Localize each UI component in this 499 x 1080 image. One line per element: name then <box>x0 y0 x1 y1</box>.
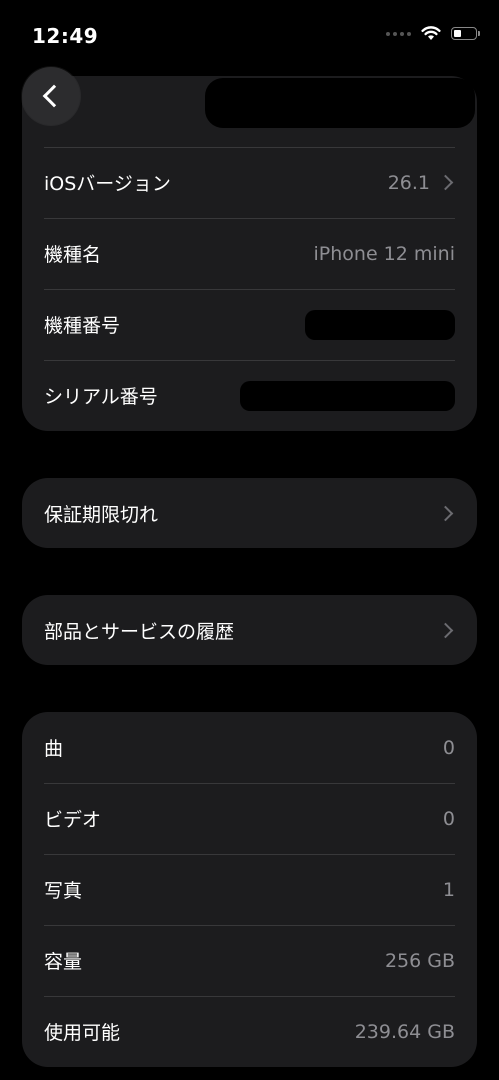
row-label: 機種名 <box>44 244 102 266</box>
status-bar: 12:49 <box>0 0 499 60</box>
device-info-group: iOSバージョン 26.1 機種名 iPhone 12 mini 機種番号 シリ… <box>22 76 477 431</box>
row-label: 保証期限切れ <box>44 503 159 526</box>
row-label: 容量 <box>44 951 83 973</box>
redacted-value <box>305 309 455 340</box>
row-label: シリアル番号 <box>44 386 158 408</box>
chevron-left-icon <box>42 84 66 108</box>
redacted-nav-title <box>205 78 475 128</box>
wifi-icon <box>421 26 441 40</box>
ios-version-row[interactable]: iOSバージョン 26.1 <box>22 147 477 218</box>
row-value: 0 <box>442 736 455 759</box>
row-label: 写真 <box>44 880 83 902</box>
row-label: 部品とサービスの履歴 <box>44 620 235 643</box>
chevron-right-icon <box>437 622 454 638</box>
status-indicators <box>386 26 480 41</box>
row-value: 26.1 <box>387 171 430 194</box>
parts-history-row[interactable]: 部品とサービスの履歴 <box>22 595 477 665</box>
row-value: 1 <box>442 878 455 901</box>
status-time: 12:49 <box>32 24 99 48</box>
songs-row: 曲 0 <box>22 712 477 783</box>
model-number-row[interactable]: 機種番号 <box>22 289 477 360</box>
row-label: ビデオ <box>44 809 102 831</box>
warranty-row[interactable]: 保証期限切れ <box>22 478 477 548</box>
media-info-group: 曲 0 ビデオ 0 写真 1 容量 256 GB 使用可能 239.64 GB <box>22 712 477 1067</box>
parts-history-group: 部品とサービスの履歴 <box>22 595 477 665</box>
photos-row: 写真 1 <box>22 854 477 925</box>
row-value: 239.64 GB <box>354 1020 455 1043</box>
row-label: 使用可能 <box>44 1022 121 1044</box>
battery-level <box>454 30 461 37</box>
row-value: iPhone 12 mini <box>313 242 456 265</box>
row-value: 256 GB <box>384 949 455 972</box>
videos-row: ビデオ 0 <box>22 783 477 854</box>
chevron-right-icon <box>437 505 454 521</box>
capacity-row: 容量 256 GB <box>22 925 477 996</box>
back-button[interactable] <box>22 67 80 125</box>
battery-icon <box>451 27 480 40</box>
row-label: 機種番号 <box>44 315 121 337</box>
chevron-right-icon <box>437 174 454 191</box>
serial-number-row[interactable]: シリアル番号 <box>22 360 477 431</box>
warranty-group: 保証期限切れ <box>22 478 477 548</box>
row-label: 曲 <box>44 738 64 760</box>
row-label: iOSバージョン <box>44 173 171 195</box>
model-name-row: 機種名 iPhone 12 mini <box>22 218 477 289</box>
available-row: 使用可能 239.64 GB <box>22 996 477 1067</box>
row-value: 0 <box>442 807 455 830</box>
redacted-value <box>240 380 455 411</box>
cellular-signal-icon <box>386 31 411 36</box>
